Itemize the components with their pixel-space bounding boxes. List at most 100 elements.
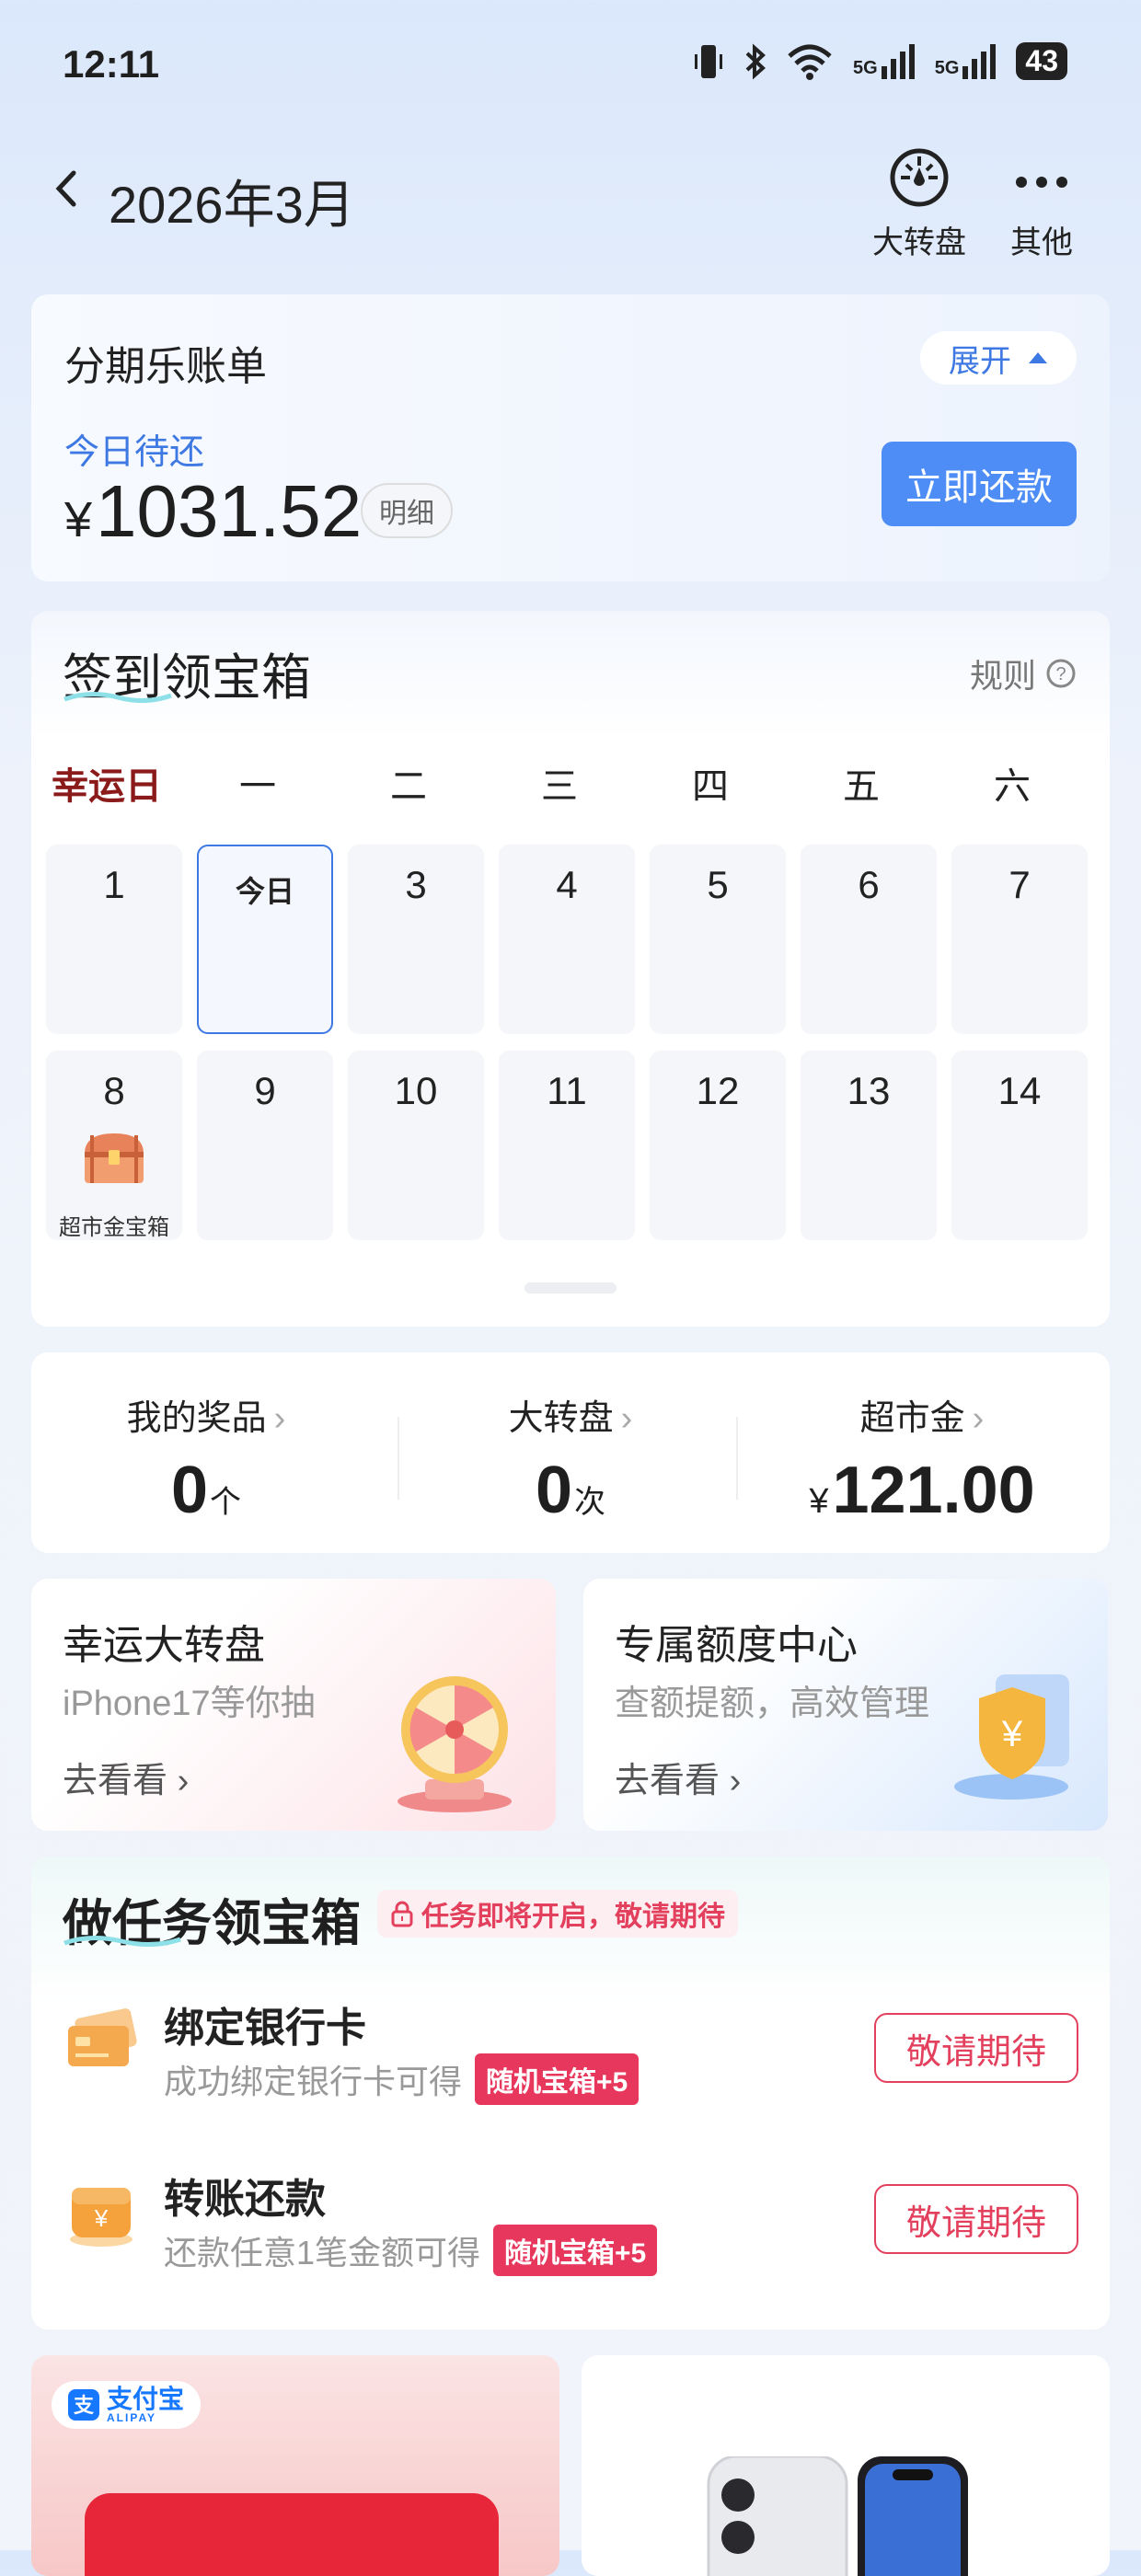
bill-card: 分期乐账单 展开 今日待还 ¥1031.52 明细 立即还款 (31, 294, 1110, 581)
stat-label: 大转盘 (508, 1399, 614, 1438)
day-cell[interactable]: 4 (499, 845, 635, 1034)
underline-squiggle (63, 1936, 181, 1947)
tasks-title: 做任务领宝箱 (63, 1882, 361, 1955)
svg-text:支: 支 (74, 2395, 95, 2418)
stat-label: 超市金 (859, 1399, 965, 1438)
rules-link[interactable]: 规则 ? (970, 650, 1077, 697)
stat-market[interactable]: 超市金 › ¥121.00 (747, 1389, 1097, 1528)
stat-value: 0 (170, 1454, 209, 1527)
phone-promo-card[interactable] (582, 2355, 1110, 2576)
svg-text:?: ? (1055, 664, 1066, 684)
day-cell[interactable]: 13 (801, 1051, 937, 1240)
stat-wheel[interactable]: 大转盘 › 0次 (396, 1389, 745, 1528)
bluetooth-icon (745, 43, 766, 79)
more-icon (1016, 177, 1067, 188)
promo-subtitle: iPhone17等你抽 (63, 1685, 316, 1723)
task-name: 绑定银行卡 (164, 2006, 366, 2051)
day-number: 9 (254, 1069, 276, 1112)
day-cell[interactable]: 11 (499, 1051, 635, 1240)
day-cell[interactable]: 14 (951, 1051, 1088, 1240)
expand-button[interactable]: 展开 (920, 331, 1077, 385)
chevron-right-icon: › (273, 1399, 286, 1438)
svg-text:¥: ¥ (1001, 1714, 1023, 1754)
stat-prizes[interactable]: 我的奖品 › 0个 (31, 1389, 381, 1528)
chevron-right-icon: › (729, 1762, 742, 1800)
alipay-sub: ALIPAY (107, 2411, 157, 2424)
checkin-card: 签到领宝箱 规则 ? 幸运日 一 二 三 四 五 六 1 今日 3 4 5 6 … (31, 611, 1110, 1327)
stat-label: 我的奖品 (126, 1399, 267, 1438)
stat-value: 121.00 (832, 1454, 1035, 1527)
task-desc-text: 还款任意1笔金额可得 (164, 2234, 481, 2271)
day-cell[interactable]: 9 (197, 1051, 333, 1240)
day-number: 5 (707, 863, 729, 906)
weekday-mon: 一 (239, 766, 276, 807)
bill-name: 分期乐账单 (64, 344, 267, 389)
tasks-card: 做任务领宝箱 任务即将开启，敬请期待 绑定银行卡 成功绑定银行卡可得 随机宝箱+… (31, 1857, 1110, 2329)
page-title: 2026年3月 (109, 176, 355, 234)
signal-icon: 5G (935, 43, 997, 79)
chevron-right-icon: › (972, 1399, 985, 1438)
day-number: 10 (394, 1069, 438, 1112)
rules-label: 规则 (969, 657, 1036, 695)
lock-icon (391, 1901, 413, 1927)
stat-unit: 个 (210, 1485, 242, 1520)
day-cell[interactable]: 12 (650, 1051, 786, 1240)
alipay-logo-icon: 支 (68, 2389, 99, 2421)
promo-link[interactable]: 去看看 › (63, 1752, 189, 1802)
chevron-right-icon: › (620, 1399, 633, 1438)
day-cell[interactable]: 5 (650, 845, 786, 1034)
more-button[interactable]: 其他 (1010, 147, 1073, 262)
task-desc-text: 成功绑定银行卡可得 (164, 2063, 463, 2100)
promo-title: 幸运大转盘 (63, 1623, 265, 1668)
checkin-title: 签到领宝箱 (63, 637, 311, 709)
day-number: 6 (858, 863, 880, 906)
task-desc: 还款任意1笔金额可得 随机宝箱+5 (164, 2225, 658, 2276)
prize-label: 超市金宝箱 (59, 1215, 169, 1240)
day-number: 12 (696, 1069, 740, 1112)
day-number: 13 (847, 1069, 891, 1112)
alipay-label: 支付宝 (107, 2385, 185, 2413)
expand-label: 展开 (949, 343, 1011, 379)
red-card-graphic (85, 2493, 499, 2576)
wheel-button[interactable]: 大转盘 (872, 147, 966, 262)
day-cell[interactable]: 3 (348, 845, 484, 1034)
status-time: 12:11 (63, 42, 160, 86)
day-cell[interactable]: 6 (801, 845, 937, 1034)
chevron-right-icon: › (177, 1762, 190, 1800)
day-cell[interactable]: 8 超市金宝箱 (46, 1051, 182, 1240)
weekday-tue: 二 (390, 766, 427, 807)
day-cell[interactable]: 1 (46, 845, 182, 1034)
alipay-promo-card[interactable]: 支 支付宝 ALIPAY (31, 2355, 559, 2576)
task-wait-button[interactable]: 敬请期待 (874, 2184, 1078, 2254)
promo-title: 专属额度中心 (615, 1623, 858, 1668)
back-arrow-icon[interactable] (48, 166, 85, 212)
day-cell[interactable]: 7 (951, 845, 1088, 1034)
day-number: 3 (405, 863, 427, 906)
promo-subtitle: 查额提额，高效管理 (615, 1685, 930, 1723)
amount-value: 1031.52 (96, 470, 363, 552)
day-number: 7 (1008, 863, 1031, 906)
task-wait-button[interactable]: 敬请期待 (874, 2013, 1078, 2083)
reward-tag: 随机宝箱+5 (493, 2225, 658, 2276)
reward-tag: 随机宝箱+5 (475, 2053, 640, 2105)
currency-symbol: ¥ (809, 1482, 829, 1521)
lucky-wheel-card[interactable]: 幸运大转盘 iPhone17等你抽 去看看 › (31, 1579, 556, 1831)
shield-coin-icon: ¥ (954, 1674, 1069, 1800)
pay-now-button[interactable]: 立即还款 (882, 442, 1077, 526)
status-icons: 5G 5G 43 (693, 42, 1067, 80)
credit-center-card[interactable]: 专属额度中心 查额提额，高效管理 去看看 › ¥ (583, 1579, 1108, 1831)
svg-text:¥: ¥ (94, 2204, 109, 2232)
wheel-label: 大转盘 (872, 225, 966, 260)
day-cell-today[interactable]: 今日 (197, 845, 333, 1034)
weekday-wed: 三 (541, 766, 578, 807)
stat-unit: 次 (574, 1485, 606, 1520)
day-number: 今日 (235, 875, 294, 908)
day-cell[interactable]: 10 (348, 1051, 484, 1240)
detail-button[interactable]: 明细 (361, 483, 453, 538)
tasks-notice: 任务即将开启，敬请期待 (377, 1890, 738, 1938)
scroll-handle[interactable] (524, 1282, 617, 1294)
day-number: 1 (103, 863, 125, 906)
tasks-notice-text: 任务即将开启，敬请期待 (421, 1902, 725, 1932)
task-name: 转账还款 (164, 2177, 326, 2222)
promo-link[interactable]: 去看看 › (615, 1752, 741, 1802)
